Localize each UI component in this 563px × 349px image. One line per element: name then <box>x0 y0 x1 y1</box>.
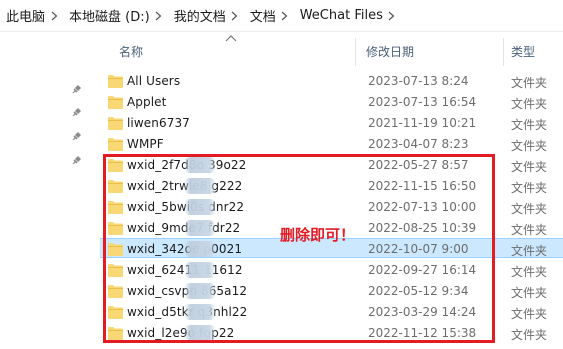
file-explorer-window: 此电脑 本地磁盘 (D:) 我的文档 文档 WeChat Files 名称 修改… <box>0 0 563 349</box>
file-type: 文件夹 <box>511 76 548 90</box>
annotation-label: 删除即可！ <box>280 226 356 244</box>
folder-icon <box>108 96 123 109</box>
folder-icon <box>108 117 123 130</box>
folder-icon <box>108 222 123 235</box>
pin-icon <box>72 85 81 94</box>
redaction-blur <box>184 157 216 173</box>
list-item[interactable]: wxid_csvpn 865a12 2022-05-12 9:34 文件夹 <box>100 281 563 301</box>
folder-icon <box>108 180 123 193</box>
file-date: 2022-05-12 9:34 <box>368 284 469 298</box>
redaction-blur <box>184 283 216 299</box>
file-type: 文件夹 <box>511 181 548 195</box>
breadcrumb-item-this-pc[interactable]: 此电脑 <box>0 6 45 25</box>
breadcrumb-item-my-documents[interactable]: 我的文档 <box>168 6 226 25</box>
folder-icon <box>108 285 123 298</box>
file-name: WMPF <box>127 137 164 151</box>
breadcrumb-item-local-disk[interactable]: 本地磁盘 (D:) <box>63 6 150 25</box>
file-date: 2023-07-13 8:24 <box>368 74 469 88</box>
file-date: 2023-04-07 8:23 <box>368 137 469 151</box>
list-item[interactable]: liwen6737 2021-11-19 10:21 文件夹 <box>100 113 563 133</box>
chevron-right-icon[interactable] <box>226 9 244 23</box>
pin-icon <box>72 156 81 165</box>
redaction-blur <box>184 325 216 341</box>
file-date: 2022-08-25 10:39 <box>368 221 477 235</box>
file-date: 2023-07-13 16:54 <box>368 95 477 109</box>
folder-icon <box>108 327 123 340</box>
redaction-blur <box>184 178 216 194</box>
folder-icon <box>108 264 123 277</box>
column-divider[interactable] <box>503 38 504 66</box>
column-type-header[interactable]: 类型 <box>511 43 535 60</box>
list-item[interactable]: wxid_2f7d8o 39o22 2022-05-27 8:57 文件夹 <box>100 155 563 175</box>
file-type: 文件夹 <box>511 97 548 111</box>
column-modified-header[interactable]: 修改日期 <box>366 43 414 60</box>
list-item[interactable]: wxid_62411 11612 2022-09-27 16:14 文件夹 <box>100 260 563 280</box>
file-date: 2022-11-15 16:50 <box>368 179 477 193</box>
list-item[interactable]: wxid_l2e9o fgp22 2022-11-12 15:38 文件夹 <box>100 323 563 343</box>
file-date: 2022-07-13 10:00 <box>368 200 477 214</box>
chevron-right-icon[interactable] <box>45 9 63 23</box>
file-type: 文件夹 <box>511 286 548 300</box>
file-name: liwen6737 <box>127 116 190 130</box>
folder-icon <box>108 306 123 319</box>
folder-icon <box>108 201 123 214</box>
file-type: 文件夹 <box>511 328 548 342</box>
redaction-blur <box>184 241 216 257</box>
file-type: 文件夹 <box>511 202 548 216</box>
redaction-blur <box>184 304 216 320</box>
redaction-blur <box>184 220 216 236</box>
chevron-right-icon[interactable] <box>150 9 168 23</box>
folder-icon <box>108 138 123 151</box>
sort-ascending-icon <box>225 35 237 42</box>
column-divider[interactable] <box>355 38 356 66</box>
file-type: 文件夹 <box>511 223 548 237</box>
breadcrumb-item-wechat-files[interactable]: WeChat Files <box>294 8 383 23</box>
pin-icon <box>72 132 81 141</box>
file-name: Applet <box>127 95 167 109</box>
redaction-blur <box>184 199 216 215</box>
redaction-blur <box>184 262 216 278</box>
breadcrumb-item-documents[interactable]: 文档 <box>244 6 276 25</box>
list-item[interactable]: wxid_2trwle8 g222 2022-11-15 16:50 文件夹 <box>100 176 563 196</box>
file-type: 文件夹 <box>511 265 548 279</box>
file-name: All Users <box>127 74 181 88</box>
list-item[interactable]: Applet 2023-07-13 16:54 文件夹 <box>100 92 563 112</box>
file-type: 文件夹 <box>511 118 548 132</box>
column-name-header[interactable]: 名称 <box>119 43 143 60</box>
list-item[interactable]: wxid_5bwi0s dnr22 2022-07-13 10:00 文件夹 <box>100 197 563 217</box>
file-date: 2022-10-07 9:00 <box>368 242 469 256</box>
list-item[interactable]: wxid_d5tkr q3nhl22 2023-03-29 14:24 文件夹 <box>100 302 563 322</box>
file-type: 文件夹 <box>511 160 548 174</box>
file-name: wxid_l2e9o fgp22 <box>127 326 235 340</box>
list-item[interactable]: WMPF 2023-04-07 8:23 文件夹 <box>100 134 563 154</box>
folder-icon <box>108 243 123 256</box>
folder-icon <box>108 75 123 88</box>
file-type: 文件夹 <box>511 244 548 258</box>
chevron-right-icon[interactable] <box>383 9 401 23</box>
file-date: 2023-03-29 14:24 <box>368 305 477 319</box>
file-date: 2021-11-19 10:21 <box>368 116 477 130</box>
file-type: 文件夹 <box>511 139 548 153</box>
chevron-right-icon[interactable] <box>276 9 294 23</box>
file-type: 文件夹 <box>511 307 548 321</box>
file-date: 2022-11-12 15:38 <box>368 326 477 340</box>
list-item[interactable]: All Users 2023-07-13 8:24 文件夹 <box>100 71 563 91</box>
folder-icon <box>108 159 123 172</box>
file-date: 2022-09-27 16:14 <box>368 263 477 277</box>
file-date: 2022-05-27 8:57 <box>368 158 469 172</box>
column-header: 名称 修改日期 类型 <box>0 32 563 68</box>
pin-icon <box>72 108 81 117</box>
breadcrumb: 此电脑 本地磁盘 (D:) 我的文档 文档 WeChat Files <box>0 0 563 32</box>
